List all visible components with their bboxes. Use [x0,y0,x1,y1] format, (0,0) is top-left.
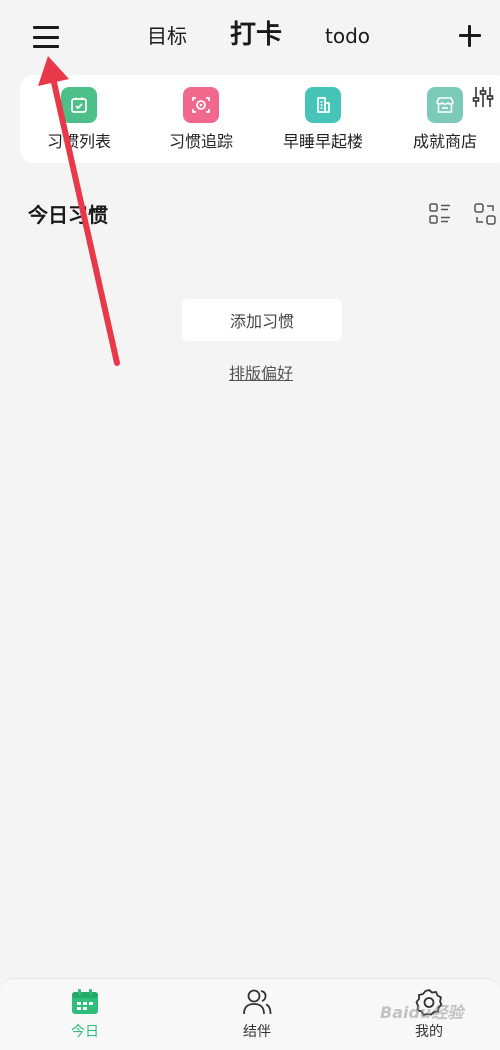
list-view-icon[interactable] [428,202,452,226]
section-title-today-habits: 今日习惯 [28,203,108,227]
sliders-settings-icon[interactable] [470,84,496,110]
tab-goal[interactable]: 目标 [147,22,187,50]
top-header: 目标 打卡 todo [0,0,500,72]
grid-view-icon[interactable] [473,202,497,226]
shortcut-label: 习惯列表 [46,132,111,151]
tab-checkin[interactable]: 打卡 [230,18,282,52]
nav-partner[interactable]: 结伴 [217,987,297,1041]
shortcut-label: 习惯追踪 [168,132,233,151]
shortcut-early-sleep-building[interactable]: 早睡早起楼 [268,87,378,153]
shortcut-label: 早睡早起楼 [282,132,363,151]
menu-icon-bar [33,35,59,39]
menu-icon-bar [33,26,59,29]
calendar-check-icon [61,87,97,123]
menu-icon-bar [33,45,59,48]
users-icon [243,989,272,1015]
calendar-icon [72,989,98,1014]
nav-today[interactable]: 今日 [45,987,125,1041]
nav-label: 今日 [71,1024,99,1040]
watermark-text: Baidu经验 [380,1003,464,1022]
shortcut-card: 习惯列表 习惯追踪 早睡早起楼 成就商店 [20,75,500,163]
layout-preference-link[interactable]: 排版偏好 [229,363,293,385]
tab-todo[interactable]: todo [325,22,370,50]
menu-button[interactable] [30,22,62,52]
shortcut-label: 成就商店 [412,132,477,151]
focus-target-icon [183,87,219,123]
nav-label: 结伴 [243,1024,271,1040]
shortcut-habit-list[interactable]: 习惯列表 [24,87,134,153]
add-button[interactable] [456,22,484,50]
shortcut-habit-tracking[interactable]: 习惯追踪 [146,87,256,153]
store-icon [427,87,463,123]
add-habit-button[interactable]: 添加习惯 [182,299,342,341]
nav-label: 我的 [415,1024,443,1040]
building-icon [305,87,341,123]
